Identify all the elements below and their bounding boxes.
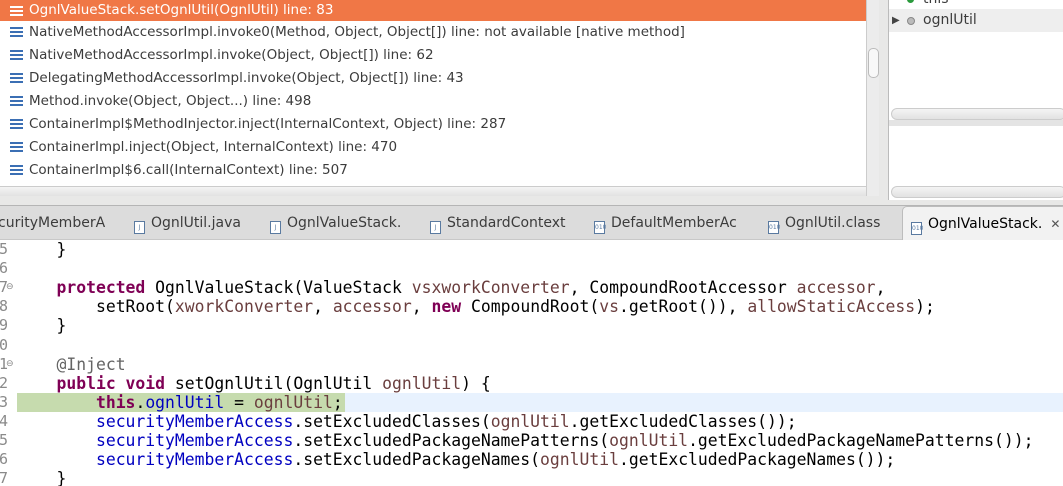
horizontal-scrollbar[interactable] [891, 186, 1063, 198]
java-file-icon: J [270, 221, 281, 234]
code-editor[interactable]: 5 6 7 8 9 0 1 2 3 4 5 6 7 ⊖ ⊖ } protecte… [0, 240, 1063, 486]
stack-frame[interactable]: Method.invoke(Object, Object...) line: 4… [0, 90, 866, 113]
line-number: 2 [0, 374, 8, 392]
tab-label: StandardContext [447, 215, 566, 231]
line-number: 5 [0, 431, 8, 449]
stack-frame-icon [10, 96, 23, 106]
field-icon [907, 17, 915, 25]
tab-label: curityMemberA [0, 215, 106, 231]
sash[interactable] [889, 120, 1063, 126]
line-number: 6 [0, 259, 8, 277]
code-line: setRoot(xworkConverter, accessor, new Co… [95, 297, 935, 316]
line-number: 5 [0, 240, 8, 258]
close-tab-icon[interactable]: ✕ [1050, 217, 1060, 231]
code-line: protected OgnlValueStack(ValueStack vsxw… [56, 278, 886, 297]
frame-label: NativeMethodAccessorImpl.invoke(Object, … [29, 47, 434, 63]
java-file-icon: J [430, 221, 441, 234]
fold-icon[interactable]: ⊖ [6, 282, 14, 292]
code-line: securityMemberAccess.setExcludedPackageN… [95, 431, 1034, 450]
tab-security-member-access[interactable]: curityMemberA [0, 206, 105, 240]
frame-label: Method.invoke(Object, Object...) line: 4… [29, 93, 312, 109]
line-number: 0 [0, 336, 8, 354]
frame-label: ContainerImpl$MethodInjector.inject(Inte… [29, 116, 507, 132]
line-number: 8 [0, 297, 8, 315]
variables-view: this ▶ognlUtil [888, 0, 1063, 200]
stack-frame-icon [10, 142, 23, 152]
line-number: 4 [0, 412, 8, 430]
frame-label: NativeMethodAccessorImpl.invoke0(Method,… [29, 24, 685, 40]
frame-label: ContainerImpl$6.call(InternalContext) li… [29, 162, 348, 178]
fold-icon[interactable]: ⊖ [6, 359, 14, 369]
tab-standardcontext[interactable]: J StandardContext [430, 206, 566, 240]
tab-label: OgnlValueStack. [928, 216, 1043, 232]
frame-label: ContainerImpl.inject(Object, InternalCon… [29, 139, 398, 155]
frame-label: DelegatingMethodAccessorImpl.invoke(Obje… [29, 70, 464, 86]
frame-label: OgnlValueStack.setOgnlUtil(OgnlUtil) lin… [29, 2, 334, 18]
stack-frame[interactable]: NativeMethodAccessorImpl.invoke0(Method,… [0, 21, 866, 44]
line-number: 7 [0, 469, 8, 486]
tab-label: DefaultMemberAc [611, 215, 737, 231]
line-number: 9 [0, 316, 8, 334]
debug-stack-view: OgnlValueStack.setOgnlUtil(OgnlUtil) lin… [0, 0, 866, 186]
code-line: securityMemberAccess.setExcludedClasses(… [95, 412, 797, 431]
horizontal-scrollbar[interactable] [891, 108, 1063, 120]
stack-frame[interactable]: ContainerImpl.inject(Object, InternalCon… [0, 136, 866, 159]
class-file-icon: 010 [768, 221, 780, 234]
horizontal-scrollbar[interactable] [0, 186, 866, 196]
stack-frame[interactable]: ContainerImpl$MethodInjector.inject(Inte… [0, 113, 866, 136]
java-file-icon: J [134, 221, 145, 234]
tab-ognlvaluestack-java[interactable]: J OgnlValueStack. [270, 206, 401, 240]
variable-name: ognlUtil [923, 12, 977, 28]
line-number: 3 [0, 393, 8, 411]
stack-frame[interactable]: NativeMethodAccessorImpl.invoke(Object, … [0, 44, 866, 67]
code-line: } [56, 469, 67, 486]
code-line: } [56, 316, 67, 335]
stack-frame[interactable]: DelegatingMethodAccessorImpl.invoke(Obje… [0, 67, 866, 90]
stack-frame-icon [10, 73, 23, 83]
tab-ognlutil-java[interactable]: J OgnlUtil.java [134, 206, 241, 240]
tab-label: OgnlUtil.class [785, 215, 881, 231]
stack-frame-icon [10, 27, 23, 37]
code-line: @Inject [56, 355, 126, 374]
code-line: securityMemberAccess.setExcludedPackageN… [95, 450, 896, 469]
stack-frame-icon [10, 50, 23, 60]
class-file-icon: 010 [594, 221, 606, 234]
variable-row[interactable]: ▶ ognlUtil [889, 9, 1063, 32]
vertical-scrollbar[interactable] [866, 0, 879, 196]
stack-frame[interactable]: OgnlValueStack.setOgnlUtil(OgnlUtil) lin… [0, 0, 866, 21]
code-line: public void setOgnlUtil(OgnlUtil ognlUti… [56, 374, 491, 393]
stack-frame-icon [10, 165, 23, 175]
line-number: 6 [0, 450, 8, 468]
stack-frame[interactable]: ContainerImpl$6.call(InternalContext) li… [0, 159, 866, 182]
tab-label: OgnlValueStack. [287, 215, 402, 231]
tab-ognlvaluestack-class[interactable]: 010 OgnlValueStack. ✕ [902, 206, 1063, 240]
stack-frame-icon [10, 119, 23, 129]
code-line: } [56, 240, 67, 259]
class-file-icon: 010 [911, 222, 923, 235]
tab-ognlutil-class[interactable]: 010 OgnlUtil.class [768, 206, 880, 240]
expand-arrow-icon[interactable]: ▶ [892, 9, 900, 32]
scrollbar-thumb[interactable] [868, 48, 879, 78]
code-line: this.ognlUtil = ognlUtil; [95, 393, 343, 412]
local-variable-icon [907, 0, 914, 3]
tab-label: OgnlUtil.java [151, 215, 241, 231]
editor-tab-bar: curityMemberA J OgnlUtil.java J OgnlValueS… [0, 205, 1063, 240]
tab-defaultmemberaccess[interactable]: 010 DefaultMemberAc [594, 206, 737, 240]
stack-frame-icon [10, 6, 23, 16]
